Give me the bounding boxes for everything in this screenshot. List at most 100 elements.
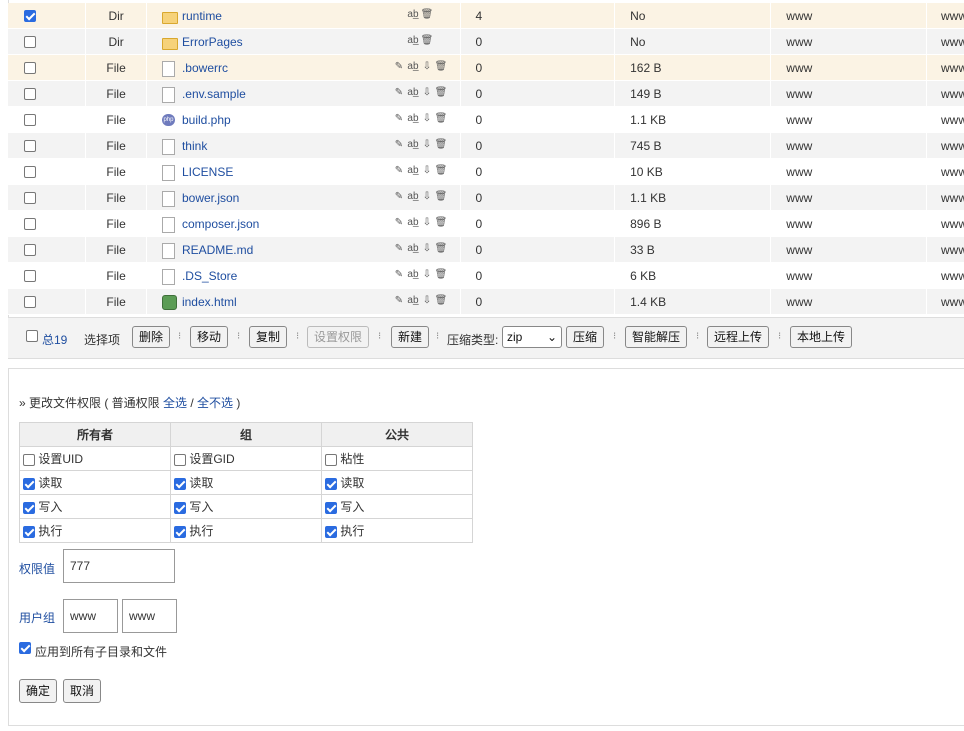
trash-icon[interactable]: 🗑 (434, 269, 448, 280)
rename-icon[interactable]: ab̲ (406, 87, 420, 98)
trash-icon[interactable]: 🗑 (434, 87, 448, 98)
row-checkbox[interactable] (24, 270, 36, 283)
table-row[interactable]: File LICENSE ✎ ab̲ ⇩ 🗑 0 10 KB www www (8, 158, 964, 185)
owner-read-checkbox[interactable] (23, 477, 35, 490)
row-checkbox[interactable] (24, 192, 36, 205)
edit-icon[interactable]: ✎ (392, 87, 406, 98)
move-button[interactable]: 移动 (190, 326, 229, 348)
table-row[interactable]: File .bowerrc ✎ ab̲ ⇩ 🗑 0 162 Bwww www (8, 54, 964, 81)
file-name-link[interactable]: composer.json (182, 217, 259, 231)
file-name-link[interactable]: .env.sample (182, 87, 246, 101)
row-checkbox[interactable] (24, 62, 36, 75)
delete-button[interactable]: 删除 (132, 326, 171, 348)
trash-icon[interactable]: 🗑 (434, 139, 448, 150)
setuid-checkbox[interactable] (23, 453, 35, 466)
select-all-checkbox[interactable] (26, 330, 38, 342)
edit-icon[interactable]: ✎ (392, 243, 406, 254)
row-checkbox[interactable] (24, 296, 36, 309)
owner-exec-checkbox[interactable] (23, 525, 35, 538)
rename-icon[interactable]: ab̲ (406, 9, 420, 20)
download-icon[interactable]: ⇩ (420, 269, 434, 280)
table-row[interactable]: File index.html ✎ ab̲ ⇩ 🗑 0 1.4 KB www www (8, 288, 964, 315)
total-count[interactable]: 总19 (42, 331, 67, 348)
table-row[interactable]: File composer.json ✎ ab̲ ⇩ 🗑 0 896 Bwww www (8, 210, 964, 237)
download-icon[interactable]: ⇩ (420, 243, 434, 254)
row-checkbox[interactable] (24, 140, 36, 153)
select-all-link[interactable]: 全选 (163, 396, 187, 410)
rename-icon[interactable]: ab̲ (406, 113, 420, 124)
user-input[interactable]: www (63, 599, 118, 633)
table-row[interactable]: File php build.php ✎ ab̲ ⇩ 🗑 0 1.1 KB www www (8, 106, 964, 133)
group-write-checkbox[interactable] (174, 501, 186, 514)
edit-icon[interactable]: ✎ (392, 61, 406, 72)
trash-icon[interactable]: 🗑 (434, 295, 448, 306)
rename-icon[interactable]: ab̲ (406, 191, 420, 202)
group-exec-checkbox[interactable] (174, 525, 186, 538)
file-name-link[interactable]: build.php (182, 113, 231, 127)
table-row[interactable]: Dir runtime ab̲ 🗑 4 No www www (8, 3, 964, 29)
table-row[interactable]: File .DS_Store ✎ ab̲ ⇩ 🗑 0 6 KB www www (8, 262, 964, 289)
row-checkbox[interactable] (24, 10, 36, 23)
download-icon[interactable]: ⇩ (420, 113, 434, 124)
download-icon[interactable]: ⇩ (420, 217, 434, 228)
trash-icon[interactable]: 🗑 (434, 243, 448, 254)
compress-type-select[interactable]: zip ⌄ (502, 326, 562, 348)
table-row[interactable]: Dir ErrorPages ab̲ 🗑 0 No www www (8, 28, 964, 55)
download-icon[interactable]: ⇩ (420, 87, 434, 98)
table-row[interactable]: File .env.sample ✎ ab̲ ⇩ 🗑 0 149 Bwww www (8, 80, 964, 107)
group-input[interactable]: www (122, 599, 177, 633)
download-icon[interactable]: ⇩ (420, 295, 434, 306)
file-name-link[interactable]: bower.json (182, 191, 239, 205)
file-name-link[interactable]: index.html (182, 295, 237, 309)
edit-icon[interactable]: ✎ (392, 191, 406, 202)
trash-icon[interactable]: 🗑 (434, 191, 448, 202)
file-name-link[interactable]: .DS_Store (182, 269, 237, 283)
trash-icon[interactable]: 🗑 (434, 217, 448, 228)
row-checkbox[interactable] (24, 88, 36, 101)
rename-icon[interactable]: ab̲ (406, 165, 420, 176)
file-name-link[interactable]: runtime (182, 9, 222, 23)
rename-icon[interactable]: ab̲ (406, 217, 420, 228)
public-exec-checkbox[interactable] (325, 525, 337, 538)
smart-extract-button[interactable]: 智能解压 (625, 326, 688, 348)
table-row[interactable]: File think ✎ ab̲ ⇩ 🗑 0 745 Bwww www (8, 132, 964, 159)
rename-icon[interactable]: ab̲ (406, 295, 420, 306)
rename-icon[interactable]: ab̲ (406, 139, 420, 150)
public-write-checkbox[interactable] (325, 501, 337, 514)
sticky-checkbox[interactable] (325, 453, 337, 466)
table-row[interactable]: File README.md ✎ ab̲ ⇩ 🗑 0 33 Bwww www (8, 236, 964, 263)
public-read-checkbox[interactable] (325, 477, 337, 490)
rename-icon[interactable]: ab̲ (406, 243, 420, 254)
file-name-link[interactable]: think (182, 139, 207, 153)
edit-icon[interactable]: ✎ (392, 113, 406, 124)
owner-write-checkbox[interactable] (23, 501, 35, 514)
download-icon[interactable]: ⇩ (420, 139, 434, 150)
cancel-button[interactable]: 取消 (63, 679, 102, 703)
copy-button[interactable]: 复制 (249, 326, 288, 348)
row-checkbox[interactable] (24, 244, 36, 257)
compress-button[interactable]: 压缩 (566, 326, 605, 348)
edit-icon[interactable]: ✎ (392, 295, 406, 306)
row-checkbox[interactable] (24, 114, 36, 127)
trash-icon[interactable]: 🗑 (434, 113, 448, 124)
trash-icon[interactable]: 🗑 (420, 9, 434, 20)
row-checkbox[interactable] (24, 166, 36, 179)
download-icon[interactable]: ⇩ (420, 191, 434, 202)
edit-icon[interactable]: ✎ (392, 165, 406, 176)
trash-icon[interactable]: 🗑 (420, 35, 434, 46)
group-read-checkbox[interactable] (174, 477, 186, 490)
edit-icon[interactable]: ✎ (392, 269, 406, 280)
apply-recursive-checkbox[interactable] (19, 642, 31, 654)
trash-icon[interactable]: 🗑 (434, 165, 448, 176)
table-row[interactable]: File bower.json ✎ ab̲ ⇩ 🗑 0 1.1 KB www www (8, 184, 964, 211)
set-permission-button[interactable]: 设置权限 (307, 326, 370, 348)
file-name-link[interactable]: .bowerrc (182, 61, 228, 75)
select-none-link[interactable]: 全不选 (197, 396, 233, 410)
file-name-link[interactable]: ErrorPages (182, 35, 243, 49)
row-checkbox[interactable] (24, 36, 36, 49)
rename-icon[interactable]: ab̲ (406, 269, 420, 280)
local-upload-button[interactable]: 本地上传 (790, 326, 853, 348)
row-checkbox[interactable] (24, 218, 36, 231)
permission-value-input[interactable]: 777 (63, 549, 175, 583)
download-icon[interactable]: ⇩ (420, 61, 434, 72)
